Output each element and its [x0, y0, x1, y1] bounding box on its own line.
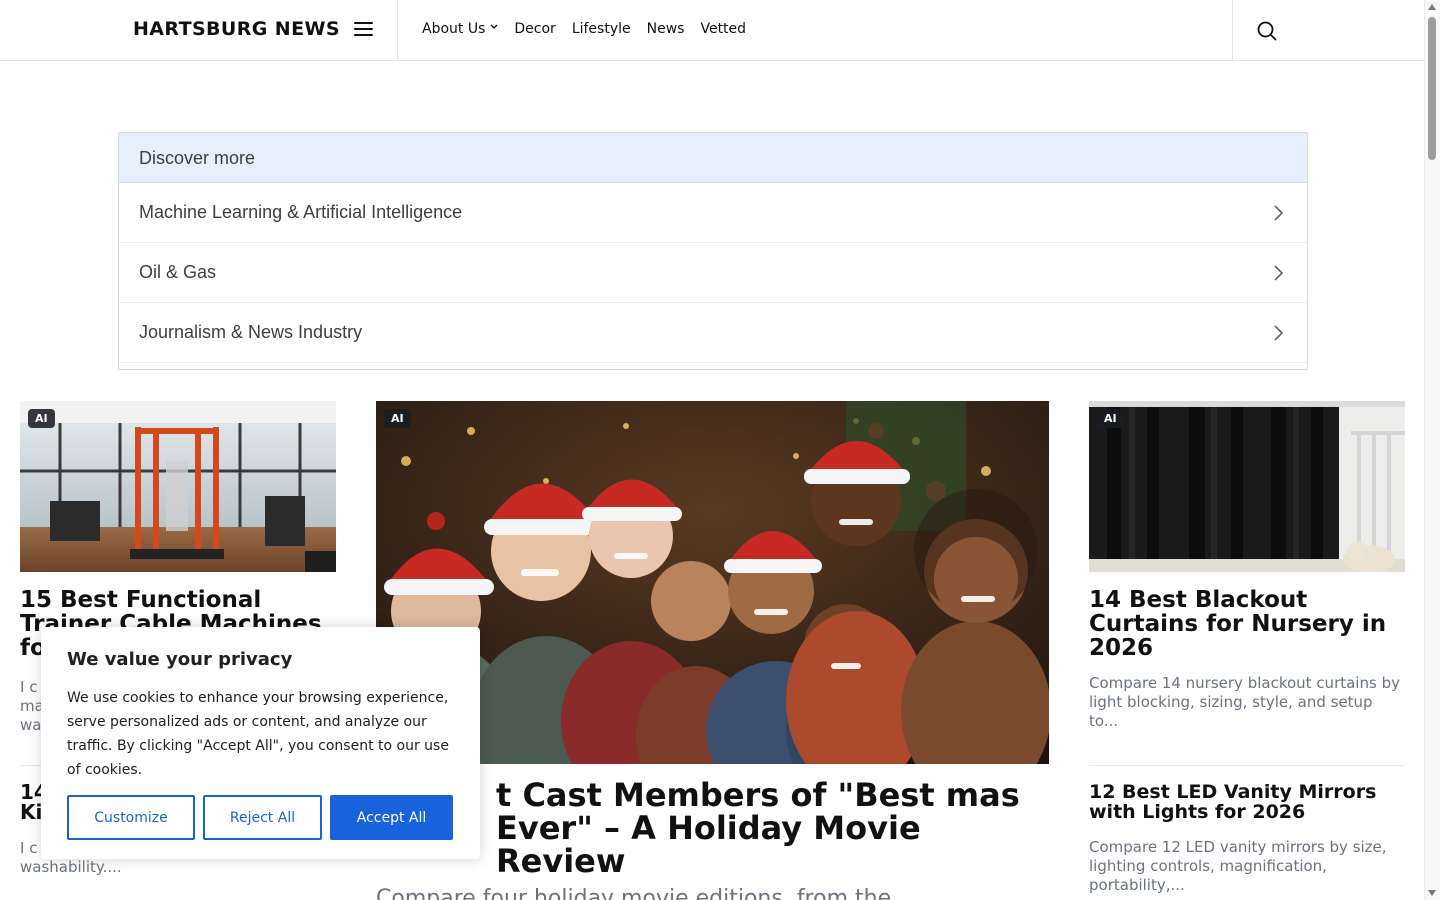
nav-item-label: About Us	[422, 21, 486, 37]
header-divider	[1232, 0, 1233, 60]
curtain-image	[1089, 401, 1405, 572]
article-excerpt: Compare 14 nursery blackout curtains by …	[1089, 674, 1400, 730]
chevron-down-icon	[490, 23, 498, 33]
discover-more-heading: Discover more	[119, 133, 1307, 183]
ai-badge: AI	[28, 409, 55, 428]
ai-badge: AI	[1097, 409, 1124, 428]
article-title[interactable]: t Cast Members of "Best mas Ever" – A Ho…	[496, 779, 1056, 878]
article-title[interactable]: 12 Best LED Vanity Mirrors with Lights f…	[1089, 782, 1389, 822]
discover-item-journalism[interactable]: Journalism & News Industry	[119, 303, 1307, 363]
ai-badge: AI	[384, 409, 411, 428]
article-excerpt: Compare four holiday movie editions, fro…	[376, 886, 892, 900]
article-excerpt: I c ma wa	[20, 678, 44, 734]
cookie-title: We value your privacy	[67, 649, 293, 670]
article-card[interactable]: 12 Best LED Vanity Mirrors with Lights f…	[1089, 782, 1405, 895]
discover-more-widget: Discover more Machine Learning & Artific…	[118, 132, 1308, 370]
cookie-actions: Customize Reject All Accept All	[67, 795, 453, 840]
site-logo[interactable]: HARTSBURG NEWS	[133, 18, 340, 40]
header-divider	[397, 0, 398, 60]
article-divider	[1089, 765, 1405, 766]
page-scrollbar[interactable]	[1424, 0, 1440, 900]
discover-item-oil-gas[interactable]: Oil & Gas	[119, 243, 1307, 303]
site-header: HARTSBURG NEWS About Us Decor Lifestyle …	[0, 0, 1424, 61]
accept-all-button[interactable]: Accept All	[330, 795, 453, 840]
customize-button[interactable]: Customize	[67, 795, 195, 840]
nav-item-lifestyle[interactable]: Lifestyle	[572, 21, 631, 37]
menu-icon[interactable]	[354, 22, 373, 38]
chevron-right-icon	[1269, 264, 1287, 282]
discover-item-label: Machine Learning & Artificial Intelligen…	[139, 202, 463, 222]
chevron-right-icon	[1269, 204, 1287, 222]
chevron-right-icon	[1269, 324, 1287, 342]
nav-item-decor[interactable]: Decor	[514, 21, 555, 37]
discover-item-label: Oil & Gas	[139, 262, 217, 282]
nav-item-vetted[interactable]: Vetted	[700, 21, 746, 37]
article-card[interactable]: AI 14 Best Blackout Curtains for Nursery…	[1089, 401, 1405, 731]
discover-item-ml-ai[interactable]: Machine Learning & Artificial Intelligen…	[119, 183, 1307, 243]
nav-item-about-us[interactable]: About Us	[422, 21, 498, 37]
article-excerpt: Compare 12 LED vanity mirrors by size, l…	[1089, 838, 1387, 894]
scroll-up-icon[interactable]	[1428, 4, 1436, 10]
reject-all-button[interactable]: Reject All	[203, 795, 322, 840]
article-title[interactable]: 14 Ki	[20, 782, 48, 822]
scrollbar-thumb[interactable]	[1428, 17, 1436, 160]
nav-item-news[interactable]: News	[647, 21, 685, 37]
gym-image	[20, 401, 336, 572]
cookie-description: We use cookies to enhance your browsing …	[67, 690, 449, 778]
scroll-down-icon[interactable]	[1428, 890, 1436, 896]
cookie-consent-banner: We value your privacy We use cookies to …	[41, 627, 480, 859]
article-thumbnail[interactable]: AI	[1089, 401, 1405, 572]
search-icon[interactable]	[1256, 20, 1278, 42]
article-title[interactable]: 14 Best Blackout Curtains for Nursery in…	[1089, 588, 1399, 660]
discover-item-label: Journalism & News Industry	[139, 322, 363, 342]
main-nav: About Us Decor Lifestyle News Vetted	[422, 21, 746, 37]
article-thumbnail[interactable]: AI	[20, 401, 336, 572]
